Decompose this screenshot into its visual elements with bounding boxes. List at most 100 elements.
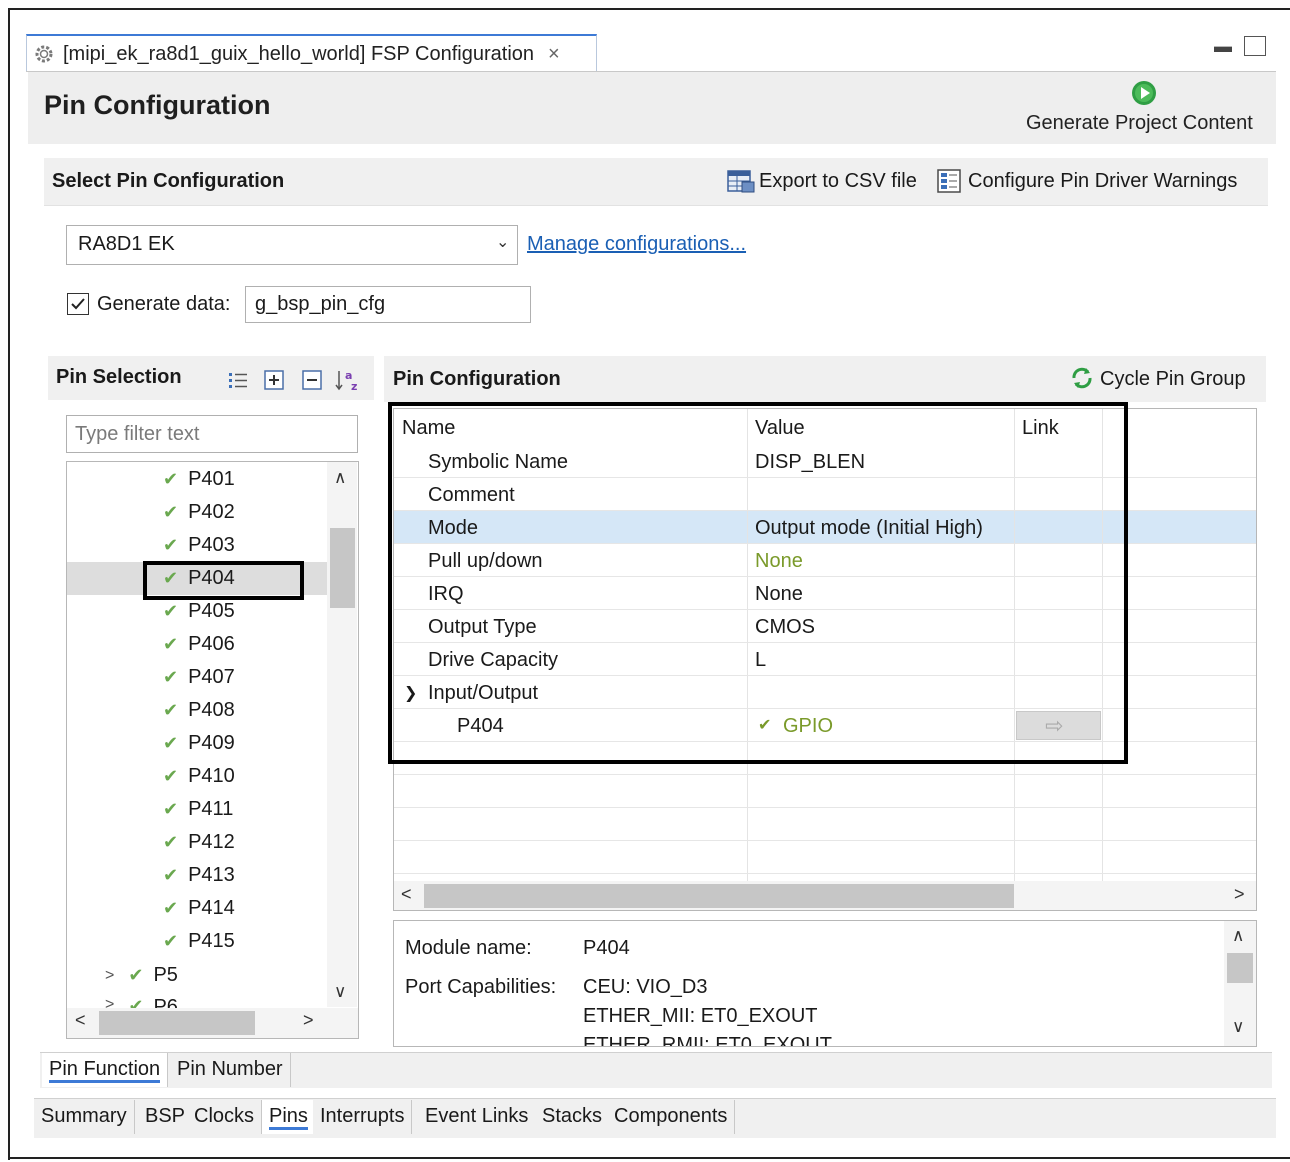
- tab-label: Pins: [269, 1105, 308, 1130]
- tab-bsp[interactable]: BSP: [138, 1100, 194, 1134]
- tab-stacks[interactable]: Stacks: [535, 1100, 611, 1134]
- tab-label: BSP: [145, 1105, 186, 1127]
- tree-item-p401[interactable]: ✔ P401: [163, 468, 235, 491]
- tree-item-p402[interactable]: ✔ P402: [163, 501, 235, 524]
- check-icon: ✔: [163, 469, 179, 489]
- figure-bottom-rule: [8, 1157, 1290, 1159]
- scroll-down-icon[interactable]: ∨: [334, 982, 346, 1002]
- chevron-down-icon[interactable]: ⌄: [496, 232, 509, 252]
- cycle-icon[interactable]: [1068, 364, 1096, 392]
- manage-configurations-link[interactable]: Manage configurations...: [527, 233, 746, 256]
- tab-clocks[interactable]: Clocks: [187, 1100, 263, 1134]
- tree-item-p409[interactable]: ✔ P409: [163, 732, 235, 755]
- scroll-right-icon[interactable]: >: [303, 1010, 314, 1031]
- tab-label: Interrupts: [320, 1105, 405, 1127]
- table-row-line: [394, 840, 1256, 841]
- generate-data-label: Generate data:: [97, 293, 231, 315]
- tree-item-p411[interactable]: ✔ P411: [163, 798, 233, 821]
- run-icon[interactable]: [1131, 80, 1157, 106]
- list-view-icon[interactable]: [226, 368, 250, 392]
- port-capability: ETHER_RMII: ET0_EXOUT: [583, 1034, 832, 1047]
- collapse-all-icon[interactable]: [300, 368, 324, 392]
- tree-item-label: P6: [153, 996, 178, 1008]
- module-name-label: Module name:: [405, 937, 532, 959]
- export-csv-button[interactable]: Export to CSV file: [759, 170, 917, 193]
- generate-data-checkbox[interactable]: [67, 293, 89, 315]
- table-horizontal-scroll-thumb[interactable]: [424, 884, 1014, 908]
- tree-item-p406[interactable]: ✔ P406: [163, 633, 235, 656]
- tree-item-p413[interactable]: ✔ P413: [163, 864, 235, 887]
- scroll-up-icon[interactable]: ∧: [1232, 926, 1244, 946]
- scroll-left-icon[interactable]: <: [401, 884, 412, 905]
- tree-item-p415[interactable]: ✔ P415: [163, 930, 235, 953]
- tree-item-p405[interactable]: ✔ P405: [163, 600, 235, 623]
- tree-vertical-scroll-thumb[interactable]: [330, 528, 355, 608]
- cycle-pin-group-button[interactable]: Cycle Pin Group: [1100, 368, 1246, 391]
- pin-configuration-title: Pin Configuration: [393, 368, 561, 390]
- tree-item-p408[interactable]: ✔ P408: [163, 699, 235, 722]
- tab-label: Summary: [41, 1105, 127, 1127]
- tree-item-p403[interactable]: ✔ P403: [163, 534, 235, 557]
- maximize-icon[interactable]: [1244, 36, 1266, 56]
- table-row-line: [394, 807, 1256, 808]
- tree-item-label: P402: [188, 501, 235, 523]
- configure-warnings-icon[interactable]: [936, 168, 964, 194]
- minimize-icon[interactable]: ▬: [1214, 36, 1232, 57]
- check-icon: ✔: [163, 733, 179, 753]
- pin-info-panel: Module name: P404 Port Capabilities: CEU…: [393, 920, 1257, 1047]
- tab-pin-number[interactable]: Pin Number: [170, 1053, 291, 1087]
- close-icon[interactable]: ×: [548, 43, 560, 66]
- tree-item-p410[interactable]: ✔ P410: [163, 765, 235, 788]
- tree-item-p414[interactable]: ✔ P414: [163, 897, 235, 920]
- svg-text:z: z: [351, 380, 357, 392]
- tab-pin-function[interactable]: Pin Function: [42, 1053, 169, 1087]
- check-icon: ✔: [163, 535, 179, 555]
- editor-tab-fsp-configuration[interactable]: [mipi_ek_ra8d1_guix_hello_world] FSP Con…: [26, 34, 597, 72]
- check-icon: ✔: [163, 931, 179, 951]
- tree-horizontal-scroll-thumb[interactable]: [99, 1011, 255, 1035]
- tab-components[interactable]: Components: [607, 1100, 736, 1134]
- tree-item-label: P410: [188, 765, 235, 787]
- section-title: Select Pin Configuration: [52, 170, 285, 192]
- scroll-down-icon[interactable]: ∨: [1232, 1017, 1244, 1037]
- configuration-dropdown-value: RA8D1 EK: [78, 233, 175, 255]
- tab-event-links[interactable]: Event Links: [418, 1100, 537, 1134]
- port-capabilities-label: Port Capabilities:: [405, 976, 557, 998]
- chevron-right-icon[interactable]: >: [105, 996, 114, 1008]
- check-icon: ✔: [128, 996, 144, 1008]
- tab-label: Clocks: [194, 1105, 255, 1127]
- scroll-right-icon[interactable]: >: [1234, 884, 1245, 905]
- scroll-left-icon[interactable]: <: [75, 1010, 86, 1031]
- tab-summary[interactable]: Summary: [34, 1100, 135, 1134]
- check-icon: [71, 298, 85, 310]
- chevron-right-icon[interactable]: >: [105, 967, 114, 985]
- tree-item-label: P415: [188, 930, 235, 952]
- tree-item-p5[interactable]: > ✔ P5: [105, 964, 178, 987]
- generate-data-value: g_bsp_pin_cfg: [255, 293, 386, 315]
- configure-pin-driver-warnings-button[interactable]: Configure Pin Driver Warnings: [968, 170, 1237, 193]
- sort-alpha-icon[interactable]: a z: [334, 368, 364, 392]
- tree-item-p6[interactable]: > ✔ P6: [105, 996, 178, 1008]
- check-icon: ✔: [163, 667, 179, 687]
- export-csv-icon[interactable]: [726, 168, 756, 194]
- table-row-line: [394, 873, 1256, 874]
- check-icon: ✔: [163, 865, 179, 885]
- tab-label: Pin Number: [177, 1058, 283, 1080]
- tree-item-p407[interactable]: ✔ P407: [163, 666, 235, 689]
- check-icon: ✔: [163, 766, 179, 786]
- tab-pins[interactable]: Pins: [262, 1100, 316, 1134]
- tree-item-p412[interactable]: ✔ P412: [163, 831, 235, 854]
- page-title: Pin Configuration: [44, 90, 271, 120]
- tree-item-label: P401: [188, 468, 235, 490]
- scroll-up-icon[interactable]: ∧: [334, 468, 346, 488]
- check-icon: ✔: [163, 700, 179, 720]
- info-vertical-scroll-thumb[interactable]: [1227, 953, 1253, 983]
- check-icon: ✔: [163, 502, 179, 522]
- module-name-value: P404: [583, 937, 630, 959]
- check-icon: ✔: [163, 601, 179, 621]
- editor-tab-title: [mipi_ek_ra8d1_guix_hello_world] FSP Con…: [63, 42, 535, 65]
- expand-all-icon[interactable]: [262, 368, 286, 392]
- generate-project-content-button[interactable]: Generate Project Content: [1026, 112, 1253, 135]
- port-capability: ETHER_MII: ET0_EXOUT: [583, 1005, 818, 1027]
- tab-interrupts[interactable]: Interrupts: [313, 1100, 413, 1134]
